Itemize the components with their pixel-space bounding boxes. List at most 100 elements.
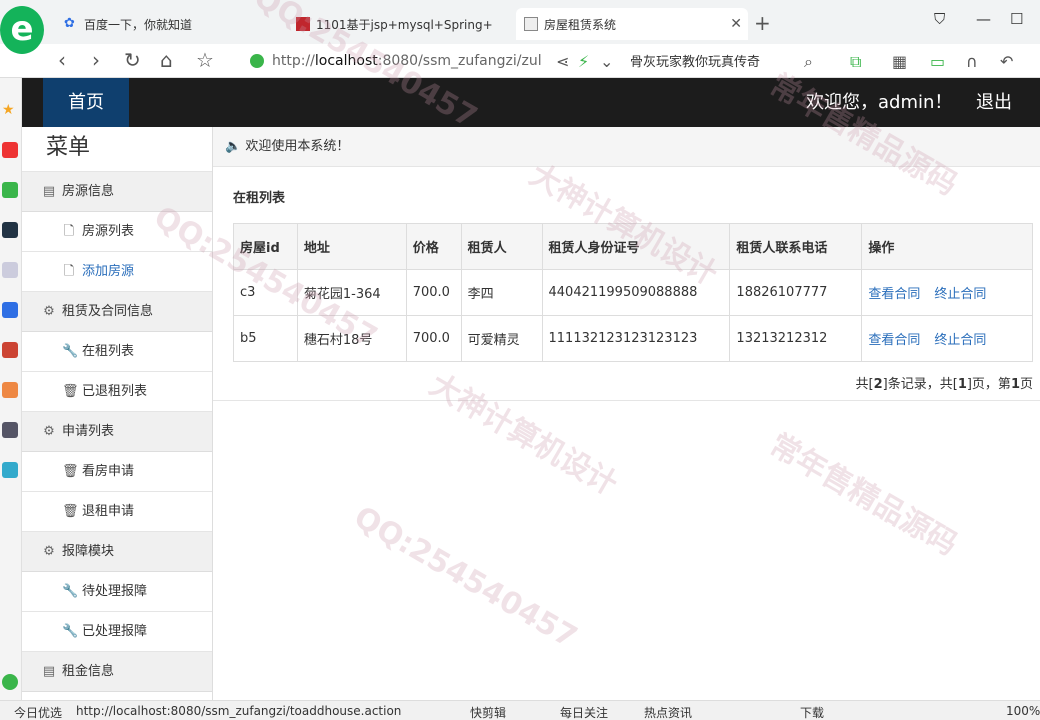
speaker-icon: 🔈	[225, 139, 242, 154]
gear-icon: ⚙	[43, 543, 55, 559]
lightning-icon[interactable]: ⚡	[578, 52, 589, 71]
menu-item-label: 退租申请	[82, 503, 135, 519]
menu-item-house-list[interactable]: 🗋 房源列表	[22, 212, 212, 252]
weibo-icon[interactable]	[2, 142, 18, 158]
project-favicon-icon	[296, 17, 310, 31]
wrench-icon: 🔧	[62, 583, 79, 599]
tab-baidu[interactable]: ✿ 百度一下，你就知道	[56, 8, 280, 40]
favorite-star-icon[interactable]: ☆	[196, 48, 214, 72]
dropdown-chevron-icon[interactable]: ⌄	[600, 52, 613, 71]
cell-actions: 查看合同 终止合同	[861, 315, 1033, 362]
tab-title: 百度一下，你就知道	[84, 17, 193, 32]
extension-icon[interactable]: ⧉	[850, 52, 861, 72]
menu-item-label: 已处理报障	[82, 623, 148, 639]
status-item-follow[interactable]: 每日关注	[560, 704, 608, 720]
pager-text: 页	[1019, 377, 1033, 392]
baidu-paw-icon: ✿	[64, 16, 75, 31]
cell-tenant: 可爱精灵	[460, 315, 543, 362]
home-icon[interactable]: ⌂	[160, 48, 173, 72]
battery-icon[interactable]: ▭	[930, 52, 945, 71]
logout-link[interactable]: 退出	[976, 78, 1012, 127]
url-host: localhost	[314, 53, 378, 69]
tab-rental-system[interactable]: 房屋租赁系统 ✕	[516, 8, 748, 40]
menu-item-pending-faults[interactable]: 🔧 待处理报障	[22, 572, 212, 612]
col-address: 地址	[296, 223, 407, 270]
minimize-icon[interactable]: —	[976, 10, 991, 28]
menu-group-label: 报障模块	[62, 543, 115, 559]
end-contract-link[interactable]: 终止合同	[934, 333, 986, 348]
chat-icon[interactable]	[2, 302, 18, 318]
tab-close-icon[interactable]: ✕	[730, 16, 742, 32]
game-icon[interactable]	[2, 342, 18, 358]
headphones-icon[interactable]: ∩	[966, 52, 978, 71]
menu-title: 菜单	[22, 127, 212, 172]
menu-item-renting-list[interactable]: 🔧 在租列表	[22, 332, 212, 372]
menu-item-label: 在租列表	[82, 343, 135, 359]
menu-item-add-house[interactable]: 🗋 添加房源	[22, 252, 212, 292]
table-header-row: 房屋id 地址 价格 租赁人 租赁人身份证号 租赁人联系电话 操作	[233, 223, 1033, 270]
browser-toolbar: ‹ › ↻ ⌂ ☆ http://localhost:8080/ssm_zufa…	[0, 44, 1040, 78]
tab-title: 1101基于jsp+mysql+Spring+	[316, 17, 493, 32]
refresh-icon[interactable]: ↻	[124, 48, 141, 72]
menu-group-house-info[interactable]: ▤ 房源信息	[22, 172, 212, 212]
search-icon[interactable]: ⌕	[804, 52, 813, 72]
table-row: b5 穗石村18号 700.0 可爱精灵 111132123123123123 …	[233, 315, 1033, 362]
tab-project[interactable]: 1101基于jsp+mysql+Spring+	[288, 8, 512, 40]
status-item-news[interactable]: 热点资讯	[644, 704, 692, 720]
mail-icon[interactable]	[2, 182, 18, 198]
pay-icon[interactable]	[2, 462, 18, 478]
cell-phone: 13213212312	[729, 315, 863, 362]
section-title: 在租列表	[233, 191, 286, 206]
welcome-text: 欢迎您，admin！	[806, 92, 953, 113]
search-input[interactable]: 骨灰玩家教你玩真传奇	[630, 51, 820, 70]
back-icon[interactable]: ‹	[58, 48, 66, 72]
news-icon[interactable]	[2, 222, 18, 238]
browser-tab-bar: e ✿ 百度一下，你就知道 1101基于jsp+mysql+Spring+ 房屋…	[0, 0, 1040, 54]
home-nav-tab[interactable]: 首页	[43, 78, 129, 127]
cell-price: 700.0	[405, 315, 462, 362]
menu-group-lease-contract[interactable]: ⚙ 租赁及合同信息	[22, 292, 212, 332]
list-icon: ▤	[42, 183, 56, 199]
menu-group-label: 租金信息	[62, 663, 115, 679]
star-icon[interactable]: ★	[2, 102, 18, 118]
col-id-card: 租赁人身份证号	[541, 223, 731, 270]
forward-icon[interactable]: ›	[92, 48, 100, 72]
status-left[interactable]: 今日优选	[14, 704, 62, 720]
game3-icon[interactable]	[2, 422, 18, 438]
divider	[213, 400, 1040, 401]
menu-item-terminate-apply[interactable]: 🗑 退租申请	[22, 492, 212, 532]
pager-pages: 1	[957, 377, 967, 392]
menu-item-ended-list[interactable]: 🗑 已退租列表	[22, 372, 212, 412]
undo-icon[interactable]: ↶	[1000, 52, 1013, 71]
maximize-icon[interactable]: ☐	[1010, 10, 1023, 28]
cell-actions: 查看合同 终止合同	[861, 269, 1033, 316]
add-app-icon[interactable]	[2, 674, 18, 690]
doc-icon[interactable]	[2, 262, 18, 278]
share-icon[interactable]: ⋖	[556, 52, 569, 71]
apps-grid-icon[interactable]: ▦	[892, 52, 907, 71]
new-tab-plus-icon[interactable]: +	[754, 11, 771, 35]
browser-side-strip: ★	[0, 78, 22, 700]
game2-icon[interactable]	[2, 382, 18, 398]
view-contract-link[interactable]: 查看合同	[868, 333, 920, 348]
menu-item-label: 添加房源	[82, 263, 135, 279]
menu-item-handled-faults[interactable]: 🔧 已处理报障	[22, 612, 212, 652]
status-item-clip[interactable]: 快剪辑	[470, 704, 506, 720]
col-actions: 操作	[861, 223, 1033, 270]
menu-group-applications[interactable]: ⚙ 申请列表	[22, 412, 212, 452]
menu-item-viewing-apply[interactable]: 🗑 看房申请	[22, 452, 212, 492]
view-contract-link[interactable]: 查看合同	[868, 287, 920, 302]
status-zoom[interactable]: 100%	[1006, 704, 1040, 718]
menu-group-rent-info[interactable]: ▤ 租金信息	[22, 652, 212, 692]
end-contract-link[interactable]: 终止合同	[934, 287, 986, 302]
status-item-download[interactable]: 下载	[800, 704, 824, 720]
menu-group-faults[interactable]: ⚙ 报障模块	[22, 532, 212, 572]
list-icon: ▤	[42, 663, 56, 679]
pager-total: 2	[873, 377, 883, 392]
page-header: 首页 欢迎您，admin！ 退出	[22, 78, 1040, 127]
shirt-skin-icon[interactable]: ⛉	[934, 10, 945, 28]
cell-tenant: 李四	[460, 269, 543, 316]
file-icon: 🗋	[63, 223, 75, 239]
file-icon: 🗋	[63, 263, 75, 279]
menu-item-label: 待处理报障	[82, 583, 148, 599]
